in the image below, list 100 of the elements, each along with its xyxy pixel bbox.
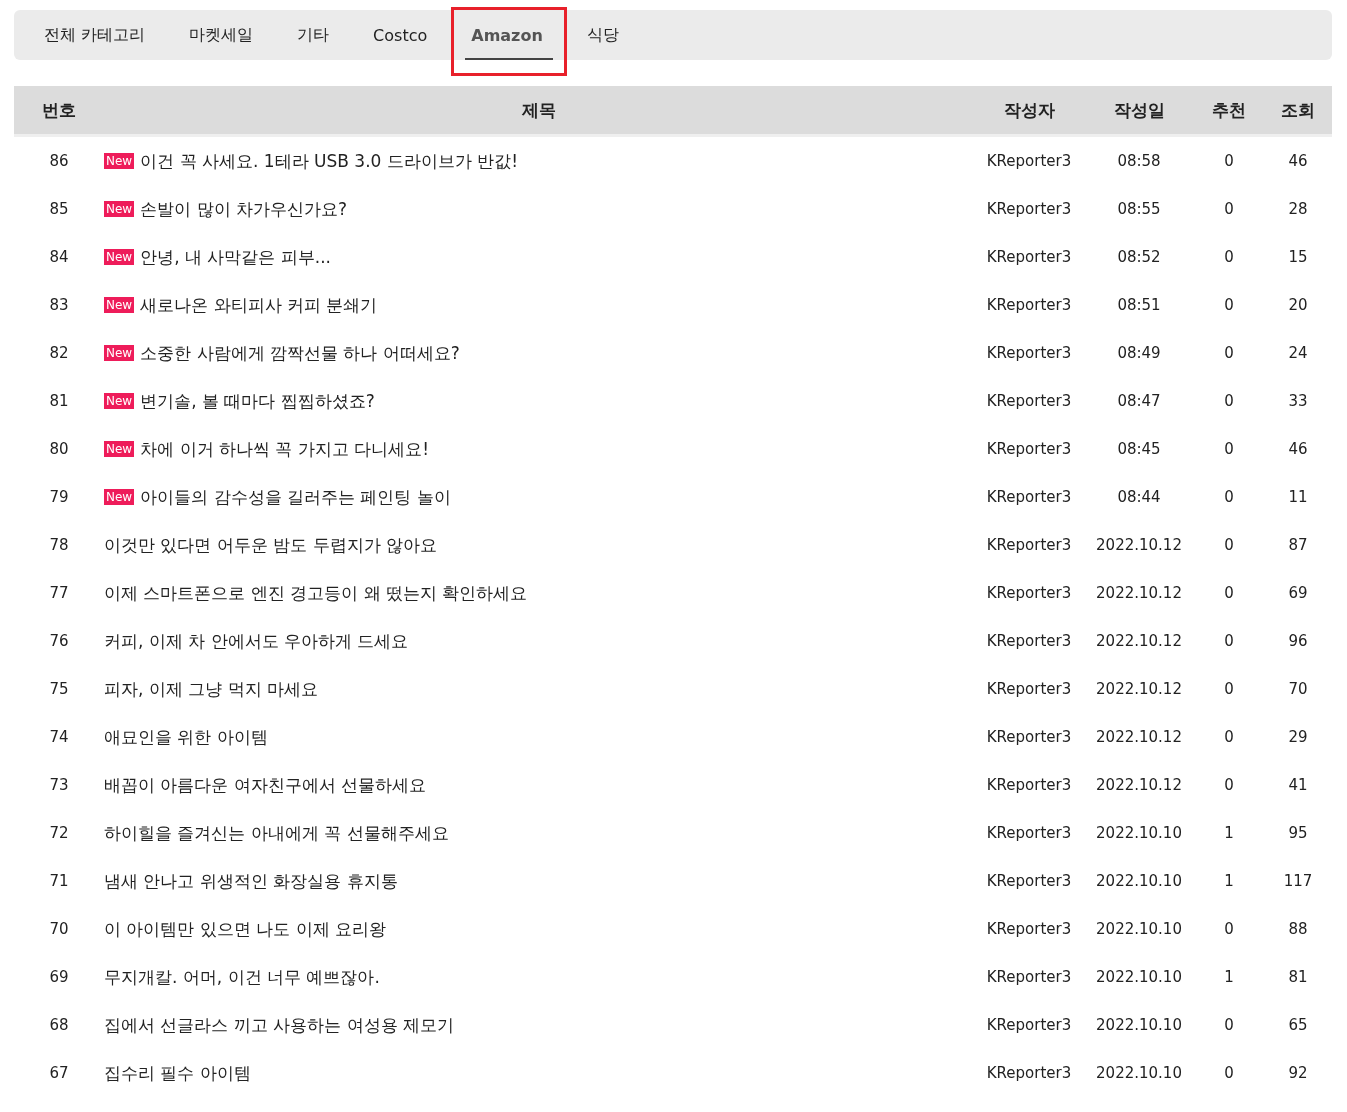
post-number: 70 xyxy=(48,919,70,940)
post-number: 75 xyxy=(14,665,104,713)
post-date: 08:47 xyxy=(1116,391,1162,412)
post-author: KReporter3 xyxy=(985,823,1073,844)
category-tab[interactable]: 마켓세일 xyxy=(167,10,276,60)
column-header: 작성일 xyxy=(1084,86,1194,136)
post-author: KReporter3 xyxy=(985,343,1073,364)
post-title-link[interactable]: 차에 이거 하나씩 꼭 가지고 다니세요! xyxy=(140,437,430,461)
post-number: 85 xyxy=(14,185,104,233)
post-date: 2022.10.12 xyxy=(1095,631,1183,652)
post-date: 2022.10.12 xyxy=(1095,583,1183,604)
new-badge: New xyxy=(104,489,135,505)
post-date: 08:49 xyxy=(1116,343,1162,364)
like-count: 0 xyxy=(1194,135,1264,185)
like-count: 0 xyxy=(1223,487,1235,508)
new-badge: New xyxy=(104,153,135,169)
post-author: KReporter3 xyxy=(985,391,1073,412)
post-number: 68 xyxy=(48,1015,70,1036)
post-number: 83 xyxy=(14,281,104,329)
post-author: KReporter3 xyxy=(985,439,1073,460)
post-author: KReporter3 xyxy=(974,135,1084,185)
post-title-link[interactable]: 손발이 많이 차가우신가요? xyxy=(140,197,348,221)
view-count: 11 xyxy=(1287,487,1309,508)
post-author: KReporter3 xyxy=(985,199,1073,220)
like-count: 0 xyxy=(1223,535,1235,556)
like-count: 0 xyxy=(1223,727,1235,748)
view-count: 41 xyxy=(1287,775,1309,796)
post-title-link[interactable]: 집에서 선글라스 끼고 사용하는 여성용 제모기 xyxy=(104,1013,455,1037)
post-author: KReporter3 xyxy=(985,487,1073,508)
view-count: 92 xyxy=(1287,1063,1309,1084)
like-count: 1 xyxy=(1223,823,1235,844)
like-count: 0 xyxy=(1223,439,1235,460)
like-count: 0 xyxy=(1223,583,1235,604)
post-title-link[interactable]: 아이들의 감수성을 길러주는 페인팅 놀이 xyxy=(140,485,451,509)
like-count: 0 xyxy=(1223,679,1235,700)
like-count: 0 xyxy=(1223,1063,1235,1084)
post-date: 08:52 xyxy=(1116,247,1162,268)
post-author: KReporter3 xyxy=(985,679,1073,700)
post-author: KReporter3 xyxy=(985,631,1073,652)
category-tab[interactable]: 식당 xyxy=(564,10,641,60)
post-title-link[interactable]: 무지개칼. 어머, 이건 너무 예쁘잖아. xyxy=(104,965,380,989)
view-count: 96 xyxy=(1287,631,1309,652)
post-title-link[interactable]: 이것만 있다면 어두운 밤도 두렵지가 않아요 xyxy=(104,533,438,557)
like-count: 0 xyxy=(1223,1015,1235,1036)
post-title-link[interactable]: 이 아이템만 있으면 나도 이제 요리왕 xyxy=(104,917,387,941)
post-date: 2022.10.10 xyxy=(1095,919,1183,940)
post-title-link[interactable]: 애묘인을 위한 아이템 xyxy=(104,725,268,749)
view-count: 88 xyxy=(1287,919,1309,940)
post-title-link[interactable]: 새로나온 와티피사 커피 분쇄기 xyxy=(140,293,378,317)
post-title-link[interactable]: 이제 스마트폰으로 엔진 경고등이 왜 떴는지 확인하세요 xyxy=(104,581,528,605)
view-count: 20 xyxy=(1287,295,1309,316)
category-tab[interactable]: 전체 카테고리 xyxy=(22,10,168,60)
post-title-link[interactable]: 하이힐을 즐겨신는 아내에게 꼭 선물해주세요 xyxy=(104,821,449,845)
post-number: 86 xyxy=(14,135,104,185)
post-title-link[interactable]: 집수리 필수 아이템 xyxy=(104,1061,251,1085)
category-tab[interactable]: Costco xyxy=(351,10,450,60)
post-author: KReporter3 xyxy=(985,583,1073,604)
post-number: 80 xyxy=(14,425,104,473)
like-count: 0 xyxy=(1223,775,1235,796)
post-date: 2022.10.12 xyxy=(1095,679,1183,700)
post-date: 2022.10.12 xyxy=(1095,535,1183,556)
post-number: 77 xyxy=(48,583,70,604)
view-count: 95 xyxy=(1287,823,1309,844)
post-author: KReporter3 xyxy=(985,1063,1073,1084)
post-date: 2022.10.10 xyxy=(1095,1063,1183,1084)
category-tab[interactable]: 기타 xyxy=(275,10,352,60)
post-author: KReporter3 xyxy=(985,727,1073,748)
post-author: KReporter3 xyxy=(985,919,1073,940)
category-tab[interactable]: Amazon xyxy=(449,10,565,60)
column-header: 번호 xyxy=(14,86,104,136)
like-count: 0 xyxy=(1223,631,1235,652)
post-number: 74 xyxy=(48,727,70,748)
new-badge: New xyxy=(104,201,135,217)
post-author: KReporter3 xyxy=(985,871,1073,892)
view-count: 46 xyxy=(1264,135,1332,185)
new-badge: New xyxy=(104,249,135,265)
column-header: 제목 xyxy=(104,86,974,136)
post-title-link[interactable]: 냄새 안나고 위생적인 화장실용 휴지통 xyxy=(104,869,398,893)
post-number: 67 xyxy=(48,1063,70,1084)
post-author: KReporter3 xyxy=(985,295,1073,316)
post-author: KReporter3 xyxy=(985,775,1073,796)
post-number: 79 xyxy=(14,473,104,521)
post-date: 2022.10.10 xyxy=(1095,1015,1183,1036)
view-count: 33 xyxy=(1287,391,1309,412)
post-number: 76 xyxy=(48,631,70,652)
column-header: 조회 xyxy=(1264,86,1332,136)
post-date: 08:51 xyxy=(1116,295,1162,316)
post-title-link[interactable]: 소중한 사람에게 깜짝선물 하나 어떠세요? xyxy=(140,341,460,365)
post-title-link[interactable]: 이건 꼭 사세요. 1테라 USB 3.0 드라이브가 반값! xyxy=(140,149,518,173)
like-count: 0 xyxy=(1223,919,1235,940)
post-title-link[interactable]: 변기솔, 볼 때마다 찝찝하셨죠? xyxy=(140,389,375,413)
view-count: 15 xyxy=(1287,247,1309,268)
post-title-link[interactable]: 안녕, 내 사막같은 피부... xyxy=(140,245,331,269)
view-count: 69 xyxy=(1287,583,1309,604)
post-author: KReporter3 xyxy=(985,535,1073,556)
post-title-link[interactable]: 배꼽이 아름다운 여자친구에서 선물하세요 xyxy=(104,773,427,797)
post-title-link[interactable]: 피자, 이제 그냥 먹지 마세요 xyxy=(104,677,319,701)
post-author: KReporter3 xyxy=(985,1015,1073,1036)
post-title-link[interactable]: 커피, 이제 차 안에서도 우아하게 드세요 xyxy=(104,629,409,653)
like-count: 0 xyxy=(1223,295,1235,316)
